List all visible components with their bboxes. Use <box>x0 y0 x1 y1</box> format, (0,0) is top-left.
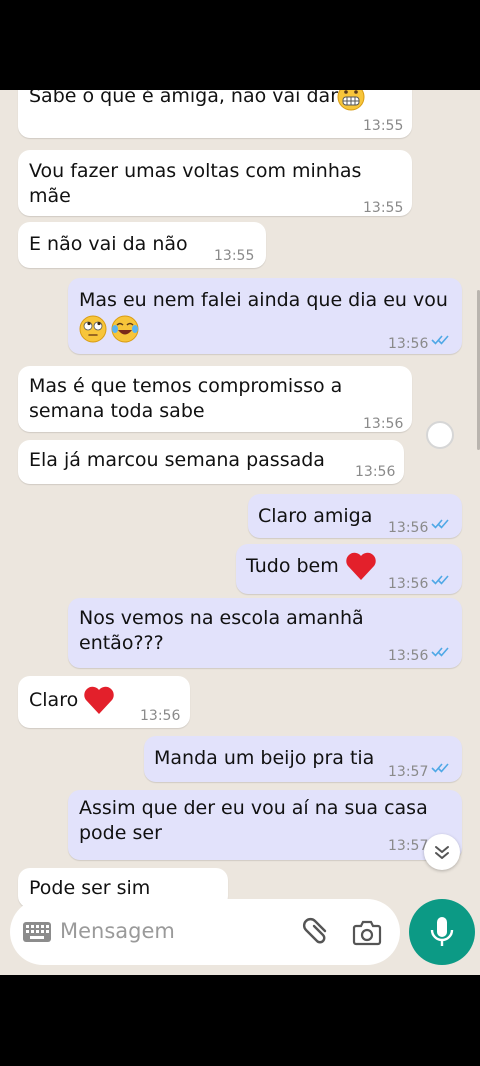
message-time: 13:56 <box>388 576 429 592</box>
microphone-icon <box>430 917 454 946</box>
double-chevron-down-icon <box>435 846 449 859</box>
message-text: Sabe o que é amiga, não vai dar <box>29 90 339 107</box>
message-bubble-outgoing[interactable]: Claro amiga 13:56 <box>248 494 462 538</box>
microphone-button[interactable] <box>409 899 475 965</box>
camera-icon[interactable] <box>352 918 382 946</box>
message-bubble-outgoing[interactable]: Nos vemos na escola amanhã então??? 13:5… <box>68 598 462 668</box>
message-bubble-incoming[interactable]: E não vai da não 13:55 <box>18 222 266 268</box>
message-time: 13:55 <box>363 200 404 216</box>
attach-clip-icon[interactable] <box>300 916 332 948</box>
message-input[interactable]: Mensagem <box>60 919 175 943</box>
message-bubble-incoming[interactable]: Mas é que temos compromisso a semana tod… <box>18 366 412 432</box>
message-composer[interactable]: Mensagem <box>10 899 400 965</box>
message-text: Mas é que temos compromisso a semana tod… <box>29 375 343 422</box>
message-text: Mas eu nem falei ainda que dia eu vou <box>79 289 448 311</box>
message-time: 13:56 <box>388 336 429 352</box>
message-bubble-outgoing[interactable]: Assim que der eu vou aí na sua casa pode… <box>68 790 462 860</box>
message-text: Vou fazer umas voltas com minhas mãe <box>29 160 362 207</box>
read-receipt-icon <box>431 647 449 657</box>
red-heart-icon <box>346 552 376 580</box>
message-text: Claro amiga <box>258 505 373 527</box>
message-time: 13:55 <box>363 118 404 134</box>
message-text: Assim que der eu vou aí na sua casa pode… <box>79 797 428 844</box>
message-text: Manda um beijo pra tia <box>154 747 375 769</box>
tears-of-joy-face-icon <box>111 315 139 343</box>
message-time: 13:57 <box>388 764 429 780</box>
read-receipt-icon <box>431 763 449 773</box>
chat-area[interactable]: Sabe o que é amiga, não vai dar 13:55 Vo… <box>0 90 480 975</box>
message-time: 13:55 <box>214 248 255 264</box>
read-receipt-icon <box>431 575 449 585</box>
message-text: Tudo bem <box>246 555 339 577</box>
message-time: 13:56 <box>388 520 429 536</box>
scroll-to-bottom-button[interactable] <box>424 834 460 870</box>
select-message-circle[interactable] <box>426 421 454 449</box>
message-bubble-outgoing[interactable]: Manda um beijo pra tia 13:57 <box>144 736 462 782</box>
message-bubble-incoming[interactable]: Vou fazer umas voltas com minhas mãe 13:… <box>18 150 412 216</box>
read-receipt-icon <box>431 519 449 529</box>
message-time: 13:56 <box>363 416 404 432</box>
grimacing-face-icon <box>337 90 365 111</box>
message-time: 13:56 <box>140 708 181 724</box>
message-text: Ela já marcou semana passada <box>29 449 325 471</box>
message-time: 13:56 <box>355 464 396 480</box>
red-heart-icon <box>84 686 114 714</box>
rolling-eyes-face-icon <box>79 315 107 343</box>
keyboard-icon[interactable] <box>22 921 52 943</box>
navigation-bar <box>0 975 480 1066</box>
message-text: E não vai da não <box>29 233 188 255</box>
message-bubble-incoming[interactable]: Claro 13:56 <box>18 676 190 728</box>
message-bubble-incoming[interactable]: Sabe o que é amiga, não vai dar 13:55 <box>18 90 412 138</box>
message-bubble-outgoing[interactable]: Mas eu nem falei ainda que dia eu vou 13… <box>68 278 462 354</box>
message-text: Claro <box>29 689 79 711</box>
message-bubble-outgoing[interactable]: Tudo bem 13:56 <box>236 544 462 594</box>
status-bar <box>0 0 480 90</box>
read-receipt-icon <box>431 335 449 345</box>
message-time: 13:56 <box>388 648 429 664</box>
message-text: Nos vemos na escola amanhã então??? <box>79 607 364 654</box>
message-time: 13:57 <box>388 838 429 854</box>
message-text: Pode ser sim <box>29 877 151 899</box>
message-bubble-incoming[interactable]: Ela já marcou semana passada 13:56 <box>18 440 404 484</box>
